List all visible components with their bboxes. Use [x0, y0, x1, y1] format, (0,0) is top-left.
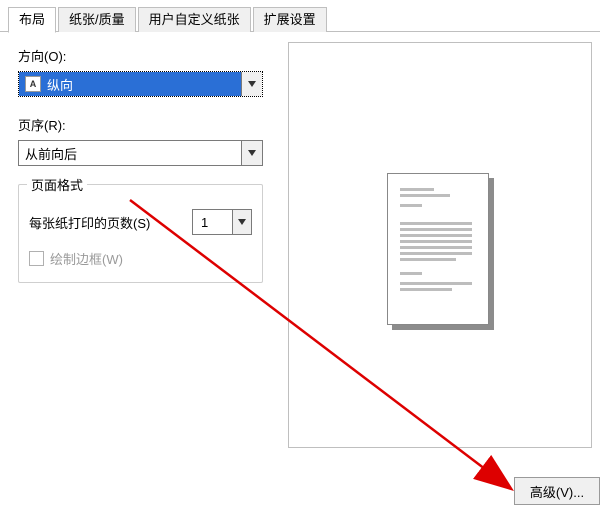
orientation-label: 方向(O): — [18, 46, 263, 65]
tab-extended[interactable]: 扩展设置 — [253, 7, 327, 32]
pages-per-sheet-row: 每张纸打印的页数(S) 1 — [29, 209, 252, 235]
preview-page — [387, 173, 489, 325]
advanced-button-label: 高级(V)... — [530, 482, 584, 501]
page-order-field: 从前向后 — [19, 141, 241, 165]
layout-preview — [288, 42, 592, 448]
layout-options: 方向(O): A 纵向 页序(R): 从前向后 页 — [18, 46, 263, 283]
draw-border-label: 绘制边框(W) — [50, 249, 123, 268]
orientation-value: 纵向 — [47, 75, 73, 94]
chevron-down-icon — [238, 219, 246, 225]
pages-per-sheet-value: 1 — [193, 210, 232, 234]
draw-border-checkbox: 绘制边框(W) — [29, 249, 252, 268]
chevron-down-icon — [248, 150, 256, 156]
page-order-combo[interactable]: 从前向后 — [18, 140, 263, 166]
page-format-group: 页面格式 每张纸打印的页数(S) 1 绘制边框(W) — [18, 184, 263, 283]
orientation-combo[interactable]: A 纵向 — [18, 71, 263, 97]
tab-body: 方向(O): A 纵向 页序(R): 从前向后 页 — [8, 36, 600, 505]
portrait-icon: A — [25, 76, 41, 92]
page-format-title: 页面格式 — [27, 175, 87, 194]
tab-paper-quality[interactable]: 纸张/质量 — [58, 7, 136, 32]
pages-per-sheet-select[interactable]: 1 — [192, 209, 252, 235]
pages-per-sheet-arrow[interactable] — [232, 210, 251, 234]
checkbox-box — [29, 251, 44, 266]
orientation-dropdown-arrow[interactable] — [241, 72, 262, 96]
advanced-button[interactable]: 高级(V)... — [514, 477, 600, 505]
page-order-label: 页序(R): — [18, 115, 263, 134]
pages-per-sheet-label: 每张纸打印的页数(S) — [29, 213, 192, 232]
page-order-value: 从前向后 — [25, 144, 77, 163]
tab-custom-paper[interactable]: 用户自定义纸张 — [138, 7, 251, 32]
orientation-field: A 纵向 — [19, 72, 241, 96]
chevron-down-icon — [248, 81, 256, 87]
tab-strip: 布局 纸张/质量 用户自定义纸张 扩展设置 — [8, 0, 600, 32]
page-order-dropdown-arrow[interactable] — [241, 141, 262, 165]
tab-layout[interactable]: 布局 — [8, 7, 56, 33]
